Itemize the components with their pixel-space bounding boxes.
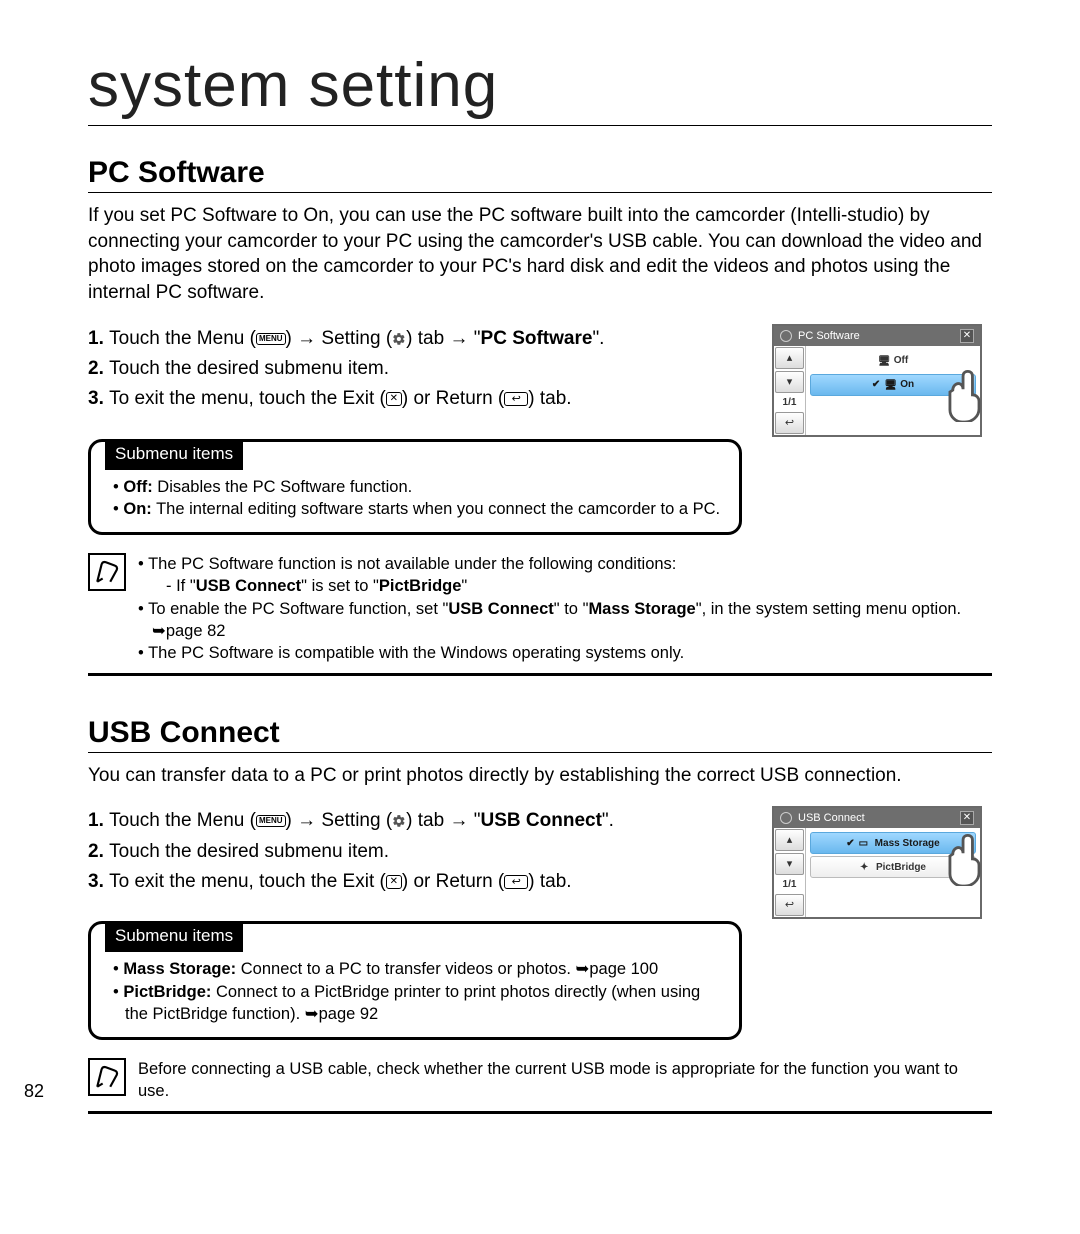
- scroll-down-button[interactable]: ▾: [775, 853, 804, 875]
- gear-icon: [780, 330, 792, 342]
- exit-icon: ✕: [386, 392, 402, 406]
- step-3: To exit the menu, touch the Exit (✕) or …: [88, 384, 742, 414]
- usb-connect-steps: Touch the Menu (MENU) → Setting () tab →…: [88, 806, 742, 897]
- note-line-3: The PC Software is compatible with the W…: [152, 642, 992, 664]
- screen-title-text: USB Connect: [798, 812, 865, 824]
- close-icon[interactable]: ✕: [960, 329, 974, 343]
- step-1: Touch the Menu (MENU) → Setting () tab →…: [88, 806, 742, 836]
- step-2: Touch the desired submenu item.: [88, 837, 742, 867]
- step-3: To exit the menu, touch the Exit (✕) or …: [88, 867, 742, 897]
- pc-software-submenu-box: Submenu items Off: Disables the PC Softw…: [88, 439, 742, 535]
- note-line-2: To enable the PC Software function, set …: [152, 598, 992, 643]
- close-icon[interactable]: ✕: [960, 811, 974, 825]
- return-button[interactable]: ↩: [775, 894, 804, 916]
- pc-software-note: The PC Software function is not availabl…: [88, 553, 992, 675]
- menu-icon: MENU: [256, 815, 286, 827]
- page-number: 82: [24, 1081, 44, 1102]
- option-pictbridge[interactable]: ✦ PictBridge: [810, 856, 976, 878]
- gear-icon: [780, 812, 792, 824]
- menu-icon: MENU: [256, 333, 286, 345]
- note-line-1: The PC Software function is not availabl…: [152, 553, 992, 598]
- submenu-on: On: The internal editing software starts…: [125, 498, 725, 520]
- option-mass-storage-selected[interactable]: ✔ ▭ Mass Storage: [810, 832, 976, 854]
- submenu-mass-storage: Mass Storage: Connect to a PC to transfe…: [125, 958, 725, 980]
- return-icon: ↩: [504, 875, 528, 889]
- step-2: Touch the desired submenu item.: [88, 354, 742, 384]
- usb-connect-submenu-box: Submenu items Mass Storage: Connect to a…: [88, 921, 742, 1040]
- scroll-up-button[interactable]: ▴: [775, 829, 804, 851]
- note-line-1a: If "USB Connect" is set to "PictBridge": [180, 575, 992, 597]
- arrow-icon: →: [449, 328, 468, 349]
- option-off[interactable]: 🖥 Off: [810, 350, 976, 372]
- gear-icon: [392, 332, 406, 346]
- screen-titlebar: PC Software ✕: [774, 326, 980, 346]
- screen-titlebar: USB Connect ✕: [774, 808, 980, 828]
- pc-software-screen: PC Software ✕ ▴ ▾ 1/1 ↩ 🖥 Off ✔: [772, 324, 982, 437]
- storage-icon: ▭: [859, 838, 871, 848]
- screen-options: ✔ ▭ Mass Storage ✦ PictBridge: [806, 828, 980, 917]
- screen-title-text: PC Software: [798, 330, 860, 342]
- chapter-title: system setting: [88, 50, 992, 126]
- pc-software-intro: If you set PC Software to On, you can us…: [88, 203, 992, 306]
- gear-icon: [392, 814, 406, 828]
- usb-connect-intro: You can transfer data to a PC or print p…: [88, 763, 992, 789]
- submenu-off: Off: Disables the PC Software function.: [125, 476, 725, 498]
- section-heading-pc-software: PC Software: [88, 156, 992, 193]
- page-indicator: 1/1: [774, 876, 805, 893]
- note-icon: [88, 1058, 126, 1096]
- submenu-pictbridge: PictBridge: Connect to a PictBridge prin…: [125, 981, 725, 1026]
- screen-options: 🖥 Off ✔ 🖥 On: [806, 346, 980, 435]
- scroll-down-button[interactable]: ▾: [775, 371, 804, 393]
- return-icon: ↩: [504, 392, 528, 406]
- exit-icon: ✕: [386, 875, 402, 889]
- step-1: Touch the Menu (MENU) → Setting () tab →…: [88, 324, 742, 354]
- note-text: Before connecting a USB cable, check whe…: [138, 1058, 992, 1103]
- check-icon: ✔: [872, 379, 880, 390]
- arrow-icon: →: [297, 328, 316, 349]
- arrow-icon: →: [449, 810, 468, 831]
- page-indicator: 1/1: [774, 394, 805, 411]
- scroll-up-button[interactable]: ▴: [775, 347, 804, 369]
- note-icon: [88, 553, 126, 591]
- return-button[interactable]: ↩: [775, 412, 804, 434]
- section-heading-usb-connect: USB Connect: [88, 716, 992, 753]
- usb-connect-screen: USB Connect ✕ ▴ ▾ 1/1 ↩ ✔ ▭ Mass Storage: [772, 806, 982, 919]
- pictbridge-icon: ✦: [860, 862, 872, 872]
- screen-sidebar: ▴ ▾ 1/1 ↩: [774, 828, 806, 917]
- usb-connect-note: Before connecting a USB cable, check whe…: [88, 1058, 992, 1114]
- on-icon: 🖥: [884, 380, 896, 390]
- option-on-selected[interactable]: ✔ 🖥 On: [810, 374, 976, 396]
- submenu-items-label: Submenu items: [105, 921, 243, 952]
- check-icon: ✔: [846, 838, 854, 849]
- screen-sidebar: ▴ ▾ 1/1 ↩: [774, 346, 806, 435]
- pc-software-steps: Touch the Menu (MENU) → Setting () tab →…: [88, 324, 742, 415]
- submenu-items-label: Submenu items: [105, 439, 243, 470]
- off-icon: 🖥: [878, 356, 890, 366]
- arrow-icon: →: [297, 810, 316, 831]
